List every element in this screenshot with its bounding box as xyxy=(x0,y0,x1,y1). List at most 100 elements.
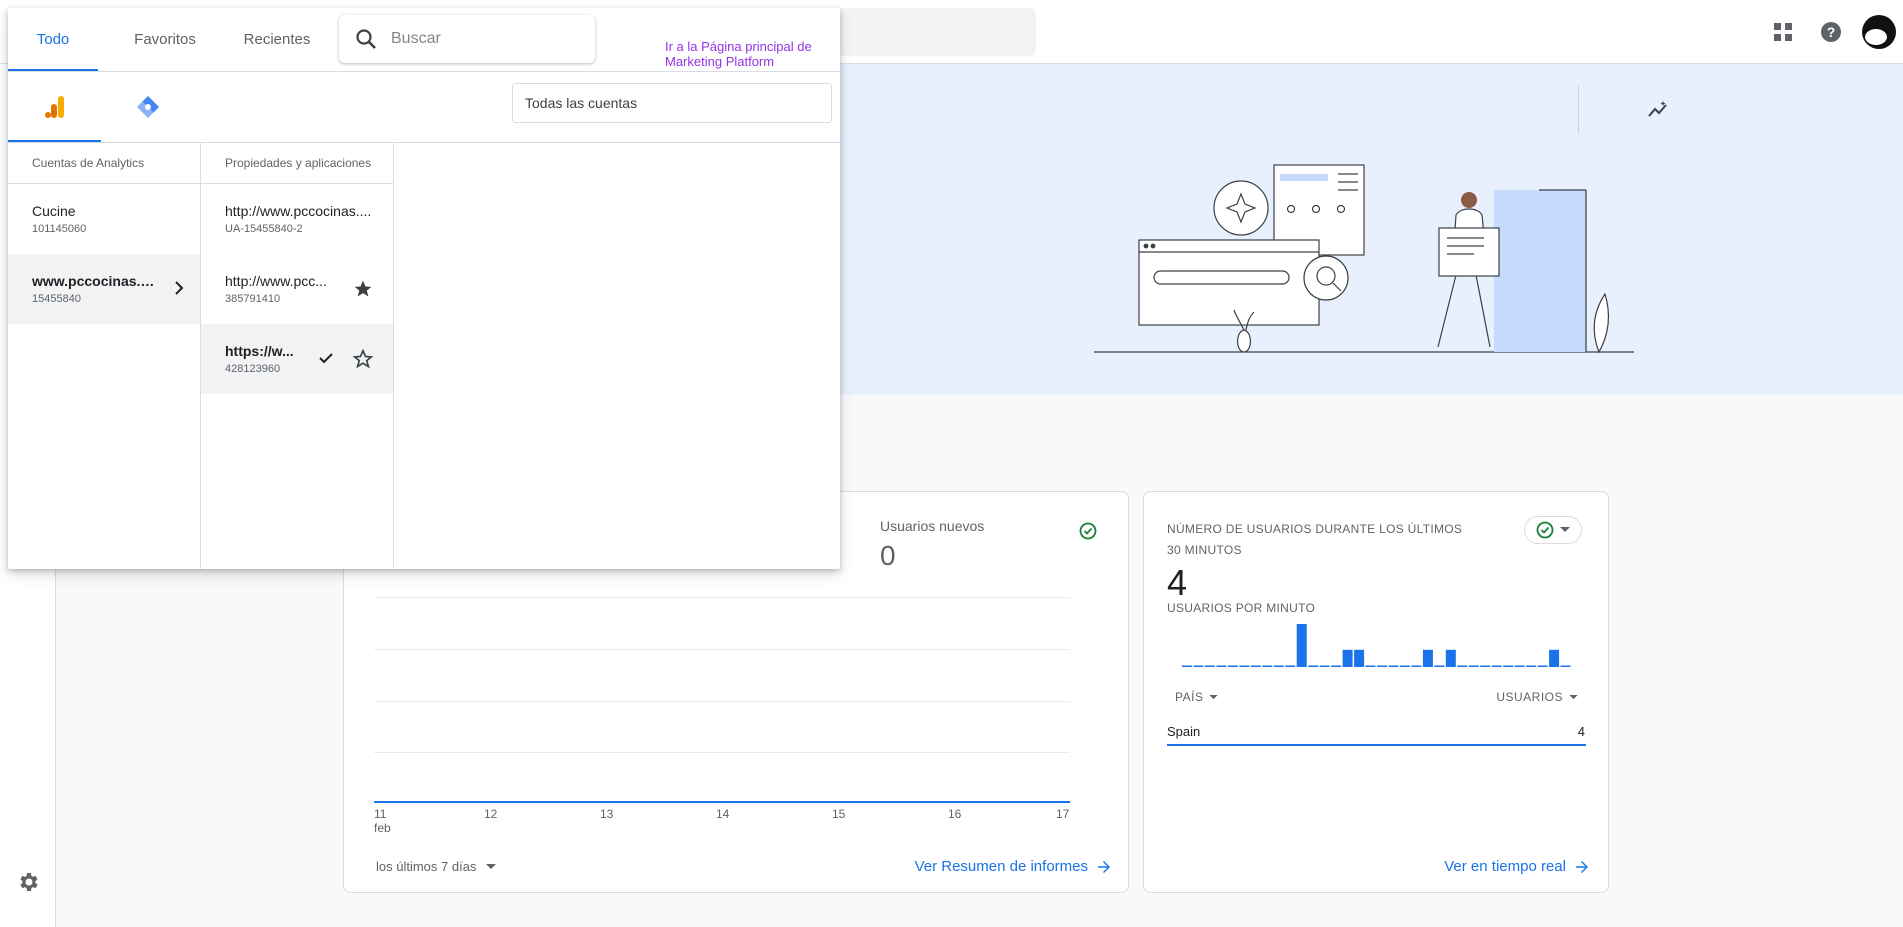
minute-bar xyxy=(1549,649,1560,667)
status-dropdown[interactable] xyxy=(1524,516,1582,544)
caret-down-icon xyxy=(1560,527,1570,532)
minute-bar xyxy=(1560,665,1571,667)
gridline xyxy=(374,752,1070,753)
property-name: http://www.pcc... xyxy=(225,273,327,289)
minute-bar xyxy=(1342,649,1353,667)
x-tick: 13 xyxy=(600,807,614,821)
account-filter-dropdown[interactable]: Todas las cuentas xyxy=(512,83,832,123)
minute-bar xyxy=(1182,665,1192,667)
x-tick: 16 xyxy=(948,807,962,821)
minute-bar xyxy=(1480,665,1491,667)
check-circle-icon xyxy=(1075,518,1101,544)
help-icon[interactable]: ? xyxy=(1807,8,1855,56)
minute-bar xyxy=(1457,665,1468,667)
x-tick: 14 xyxy=(716,807,730,821)
series-line xyxy=(374,801,1070,803)
marketing-platform-link[interactable]: Ir a la Página principal de Marketing Pl… xyxy=(665,39,840,69)
gridline xyxy=(374,649,1070,650)
realtime-subtitle: USUARIOS POR MINUTO xyxy=(1167,601,1316,615)
minute-bar xyxy=(1193,665,1204,667)
search-input[interactable] xyxy=(391,30,571,48)
properties-header: Propiedades y aplicaciones xyxy=(201,143,393,184)
view-realtime-label: Ver en tiempo real xyxy=(1444,858,1566,875)
realtime-value: 4 xyxy=(1167,562,1188,603)
account-picker: Todo Favoritos Recientes Ir a la Página … xyxy=(8,8,840,569)
tab-favoritos[interactable]: Favoritos xyxy=(116,8,214,71)
minute-bar xyxy=(1445,649,1456,667)
minute-bar xyxy=(1411,665,1422,667)
view-realtime-link[interactable]: Ver en tiempo real xyxy=(1444,858,1590,875)
minute-bar xyxy=(1503,665,1514,667)
minute-bar xyxy=(1296,624,1307,667)
gridline xyxy=(374,701,1070,702)
top-actions: ? xyxy=(1759,0,1903,64)
property-row[interactable]: http://www.pccocinas.... UA-15455840-2 xyxy=(201,184,393,254)
country-column-header[interactable]: PAÍS xyxy=(1175,690,1219,704)
check-icon xyxy=(319,353,333,364)
tab-recientes[interactable]: Recientes xyxy=(228,8,326,71)
tab-tag-manager[interactable] xyxy=(101,72,194,142)
users-header-label: USUARIOS xyxy=(1496,690,1563,704)
minute-bar xyxy=(1388,665,1399,667)
property-row[interactable]: http://www.pcc... 385791410 xyxy=(201,254,393,324)
star-filled-icon[interactable] xyxy=(353,279,373,299)
view-reports-link[interactable]: Ver Resumen de informes xyxy=(915,858,1112,875)
account-name: www.pccocinas.c... xyxy=(32,273,157,289)
property-id: UA-15455840-2 xyxy=(225,223,303,235)
account-id: 101145060 xyxy=(32,223,87,235)
svg-text:?: ? xyxy=(1827,24,1836,40)
x-tick: 17 xyxy=(1056,807,1070,821)
caret-down-icon xyxy=(1209,694,1219,699)
star-outline-icon[interactable] xyxy=(353,349,373,369)
property-name: http://www.pccocinas.... xyxy=(225,203,372,219)
tab-todo[interactable]: Todo xyxy=(8,8,98,71)
minute-bar xyxy=(1216,665,1227,667)
minute-bar xyxy=(1526,665,1537,667)
minute-bar xyxy=(1537,665,1548,667)
caret-down-icon xyxy=(486,863,497,869)
arrow-right-icon xyxy=(1576,860,1588,873)
property-row[interactable]: https://w... 428123960 xyxy=(201,324,393,394)
x-tick: 15 xyxy=(832,807,846,821)
realtime-title: NÚMERO DE USUARIOS DURANTE LOS ÚLTIMOS 3… xyxy=(1167,522,1463,557)
x-tick: 12 xyxy=(484,807,498,821)
avatar[interactable] xyxy=(1862,15,1896,49)
minute-bar xyxy=(1491,665,1502,667)
minute-bar xyxy=(1262,665,1273,667)
account-row[interactable]: Cucine 101145060 xyxy=(8,184,200,254)
minute-bar xyxy=(1227,665,1238,667)
users-column-header[interactable]: USUARIOS xyxy=(1496,690,1578,704)
property-name: https://w... xyxy=(225,343,294,359)
chevron-right-icon xyxy=(175,281,184,295)
gridline xyxy=(374,597,1070,598)
date-range-label: los últimos 7 días xyxy=(376,859,477,874)
share-bar xyxy=(1167,744,1586,746)
property-search-bar[interactable] xyxy=(836,8,1036,56)
minute-bar xyxy=(1434,665,1445,667)
view-reports-label: Ver Resumen de informes xyxy=(914,858,1088,875)
check-circle-icon xyxy=(1536,521,1554,539)
tab-analytics[interactable] xyxy=(8,72,101,142)
account-row[interactable]: www.pccocinas.c... 15455840 xyxy=(8,254,200,324)
date-range-dropdown[interactable]: los últimos 7 días xyxy=(376,859,497,874)
minute-bar xyxy=(1331,665,1342,667)
account-name: Cucine xyxy=(32,203,76,219)
analytics-icon xyxy=(44,96,64,118)
country-cell: Spain xyxy=(1167,724,1201,739)
divider xyxy=(1578,86,1579,134)
users-cell: 4 xyxy=(1577,724,1585,739)
insights-icon[interactable] xyxy=(1634,86,1682,134)
accounts-header: Cuentas de Analytics xyxy=(8,143,200,184)
gear-icon[interactable] xyxy=(16,870,40,899)
minute-bar xyxy=(1399,665,1410,667)
hero-illustration xyxy=(1094,164,1634,354)
accounts-column: Cuentas de Analytics Cucine 101145060 ww… xyxy=(8,143,201,569)
apps-icon[interactable] xyxy=(1759,8,1807,56)
minute-bar xyxy=(1285,665,1296,667)
properties-column: Propiedades y aplicaciones http://www.pc… xyxy=(201,143,394,569)
minute-bar xyxy=(1514,665,1525,667)
minute-bar xyxy=(1468,665,1479,667)
picker-search[interactable] xyxy=(339,15,595,63)
picker-tabs: Todo Favoritos Recientes xyxy=(8,8,340,71)
search-icon xyxy=(355,28,377,50)
